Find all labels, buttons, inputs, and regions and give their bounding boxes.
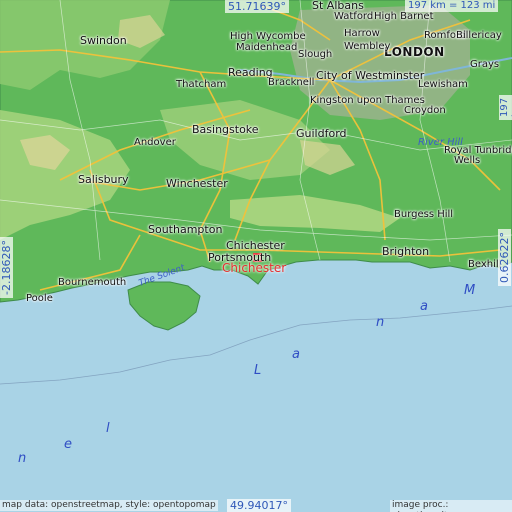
place-basingstoke: Basingstoke [192, 123, 259, 136]
place-bracknell: Bracknell [268, 77, 315, 88]
place-london: LONDON [384, 45, 445, 59]
place-billericay: Billericay [456, 30, 502, 41]
place-barnet: High Barnet [374, 11, 434, 22]
channel-letter-8: n [18, 451, 27, 466]
place-high-wycombe: High Wycombe [230, 31, 306, 42]
place-reading: Reading [228, 66, 273, 79]
place-salisbury: Salisbury [78, 173, 129, 186]
place-thatcham: Thatcham [176, 79, 227, 90]
place-bexhill: Bexhill [468, 259, 502, 270]
place-wells: Wells [454, 155, 481, 166]
channel-letter-2: a [420, 299, 428, 314]
scale-vertical: 197 km = 123 mi [499, 94, 512, 120]
coord-west: -2.18628° [0, 237, 13, 298]
place-burgess-hill: Burgess Hill [394, 209, 454, 220]
place-wembley: Wembley [344, 41, 391, 52]
place-lewisham: Lewisham [418, 79, 468, 90]
coord-south: 49.94017° [227, 499, 291, 512]
place-chichester-town: Chichester [226, 239, 285, 252]
place-maidenhead: Maidenhead [236, 42, 298, 53]
place-andover: Andover [134, 137, 176, 148]
place-slough: Slough [298, 49, 333, 60]
map-view[interactable]: St Albans Watford High Barnet Swindon Hi… [0, 0, 512, 512]
place-westminster: City of Westminster [316, 69, 425, 82]
place-harrow: Harrow [344, 28, 380, 39]
place-winchester: Winchester [166, 177, 228, 190]
place-tunbridge: Royal Tunbridge [444, 145, 512, 156]
channel-letter-5: a [292, 347, 300, 362]
channel-letter-4: L [254, 363, 262, 378]
place-guildford: Guildford [296, 127, 347, 140]
marker-label[interactable]: Chichester [222, 262, 286, 274]
credit-image-proc: image proc.: elevation.city [390, 500, 512, 512]
place-poole: Poole [26, 293, 53, 304]
place-southampton: Southampton [148, 223, 223, 236]
channel-letter-3: n [376, 315, 385, 330]
channel-letter-7: e [64, 437, 72, 452]
channel-letter-6: l [106, 421, 110, 436]
place-brighton: Brighton [382, 245, 430, 258]
place-bournemouth: Bournemouth [58, 277, 127, 288]
channel-letter-1: M [464, 283, 476, 298]
credit-map-data: map data: openstreetmap, style: opentopo… [0, 500, 218, 511]
coord-north: 51.71639° [225, 0, 289, 13]
place-watford: Watford [334, 11, 374, 22]
place-st-albans: St Albans [312, 0, 364, 12]
place-croydon: Croydon [404, 105, 446, 116]
place-swindon: Swindon [80, 34, 127, 47]
place-grays: Grays [470, 59, 500, 70]
coord-east: 0.62622° [498, 229, 511, 286]
scale-horizontal: 197 km = 123 mi [405, 0, 499, 12]
